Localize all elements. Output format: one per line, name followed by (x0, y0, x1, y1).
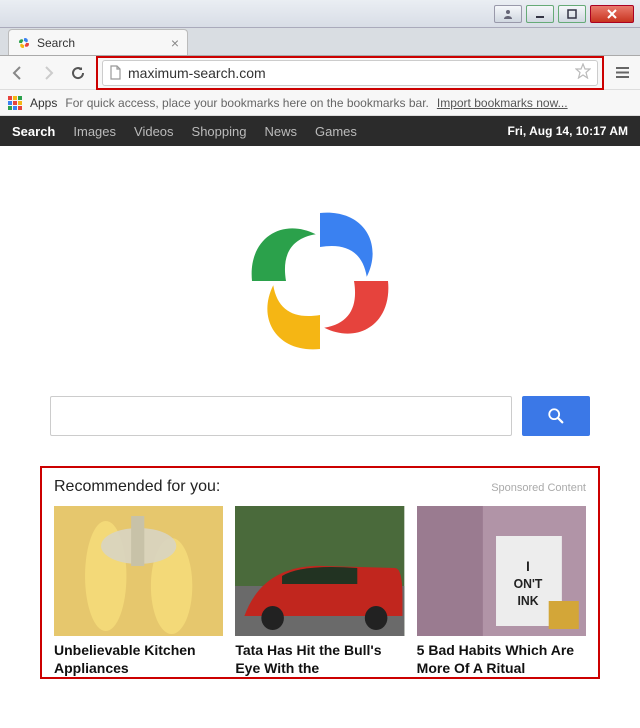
card-image-icon (235, 506, 404, 636)
sponsored-card[interactable]: Tata Has Hit the Bull's Eye With the (235, 506, 404, 677)
arrow-right-icon (40, 65, 56, 81)
forward-button[interactable] (36, 61, 60, 85)
apps-grid-icon (8, 96, 22, 110)
window-user-button[interactable] (494, 5, 522, 23)
svg-text:I: I (526, 559, 530, 574)
sponsored-label: Sponsored Content (491, 482, 586, 494)
page-nav-bar: Search Images Videos Shopping News Games… (0, 116, 640, 146)
url-input[interactable] (128, 65, 591, 81)
page-content: Recommended for you: Sponsored Content U… (0, 146, 640, 679)
nav-search[interactable]: Search (12, 124, 55, 139)
back-button[interactable] (6, 61, 30, 85)
url-highlight-annotation (96, 56, 604, 90)
tab-close-button[interactable]: × (171, 35, 179, 51)
omnibox[interactable] (102, 60, 598, 86)
window-close-button[interactable] (590, 5, 634, 23)
svg-text:INK: INK (517, 594, 538, 608)
window-maximize-button[interactable] (558, 5, 586, 23)
nav-games[interactable]: Games (315, 124, 357, 139)
nav-news[interactable]: News (264, 124, 297, 139)
sponsored-card[interactable]: I ON'T INK 5 Bad Habits Which Are More O… (417, 506, 586, 677)
page-icon (109, 65, 122, 80)
sponsored-header: Recommended for you: Sponsored Content (54, 478, 586, 496)
arrow-left-icon (10, 65, 26, 81)
user-icon (503, 9, 513, 19)
nav-videos[interactable]: Videos (134, 124, 174, 139)
card-title: Tata Has Hit the Bull's Eye With the (235, 642, 404, 677)
sponsored-cards: Unbelievable Kitchen Appliances Tata Has… (54, 506, 586, 677)
reload-button[interactable] (66, 61, 90, 85)
search-row (20, 396, 620, 436)
browser-tab[interactable]: Search × (8, 29, 188, 55)
tab-strip: Search × (0, 28, 640, 56)
browser-toolbar (0, 56, 640, 90)
hamburger-icon (615, 65, 630, 80)
tab-title: Search (37, 36, 75, 50)
minimize-icon (535, 9, 545, 19)
search-icon (547, 407, 565, 425)
site-logo-icon (235, 196, 405, 366)
close-icon (607, 9, 617, 19)
bookmark-star-button[interactable] (575, 63, 591, 82)
card-image-icon (54, 506, 223, 636)
chrome-menu-button[interactable] (610, 61, 634, 85)
recommended-title: Recommended for you: (54, 478, 220, 496)
search-input[interactable] (50, 396, 512, 436)
star-icon (575, 63, 591, 79)
apps-button[interactable] (8, 96, 22, 110)
card-image-icon: I ON'T INK (417, 506, 586, 636)
tab-favicon-icon (17, 36, 31, 50)
search-button[interactable] (522, 396, 590, 436)
sponsored-card[interactable]: Unbelievable Kitchen Appliances (54, 506, 223, 677)
bookmarks-hint: For quick access, place your bookmarks h… (65, 96, 429, 110)
card-title: Unbelievable Kitchen Appliances (54, 642, 223, 677)
window-minimize-button[interactable] (526, 5, 554, 23)
maximize-icon (567, 9, 577, 19)
nav-shopping[interactable]: Shopping (192, 124, 247, 139)
bookmarks-bar: Apps For quick access, place your bookma… (0, 90, 640, 116)
card-title: 5 Bad Habits Which Are More Of A Ritual (417, 642, 586, 677)
window-titlebar (0, 0, 640, 28)
sponsored-highlight-annotation: Recommended for you: Sponsored Content U… (40, 466, 600, 679)
svg-text:ON'T: ON'T (513, 577, 542, 591)
nav-clock: Fri, Aug 14, 10:17 AM (508, 124, 628, 138)
nav-images[interactable]: Images (73, 124, 116, 139)
import-bookmarks-link[interactable]: Import bookmarks now... (437, 96, 568, 110)
apps-label[interactable]: Apps (30, 96, 57, 110)
reload-icon (70, 65, 86, 81)
